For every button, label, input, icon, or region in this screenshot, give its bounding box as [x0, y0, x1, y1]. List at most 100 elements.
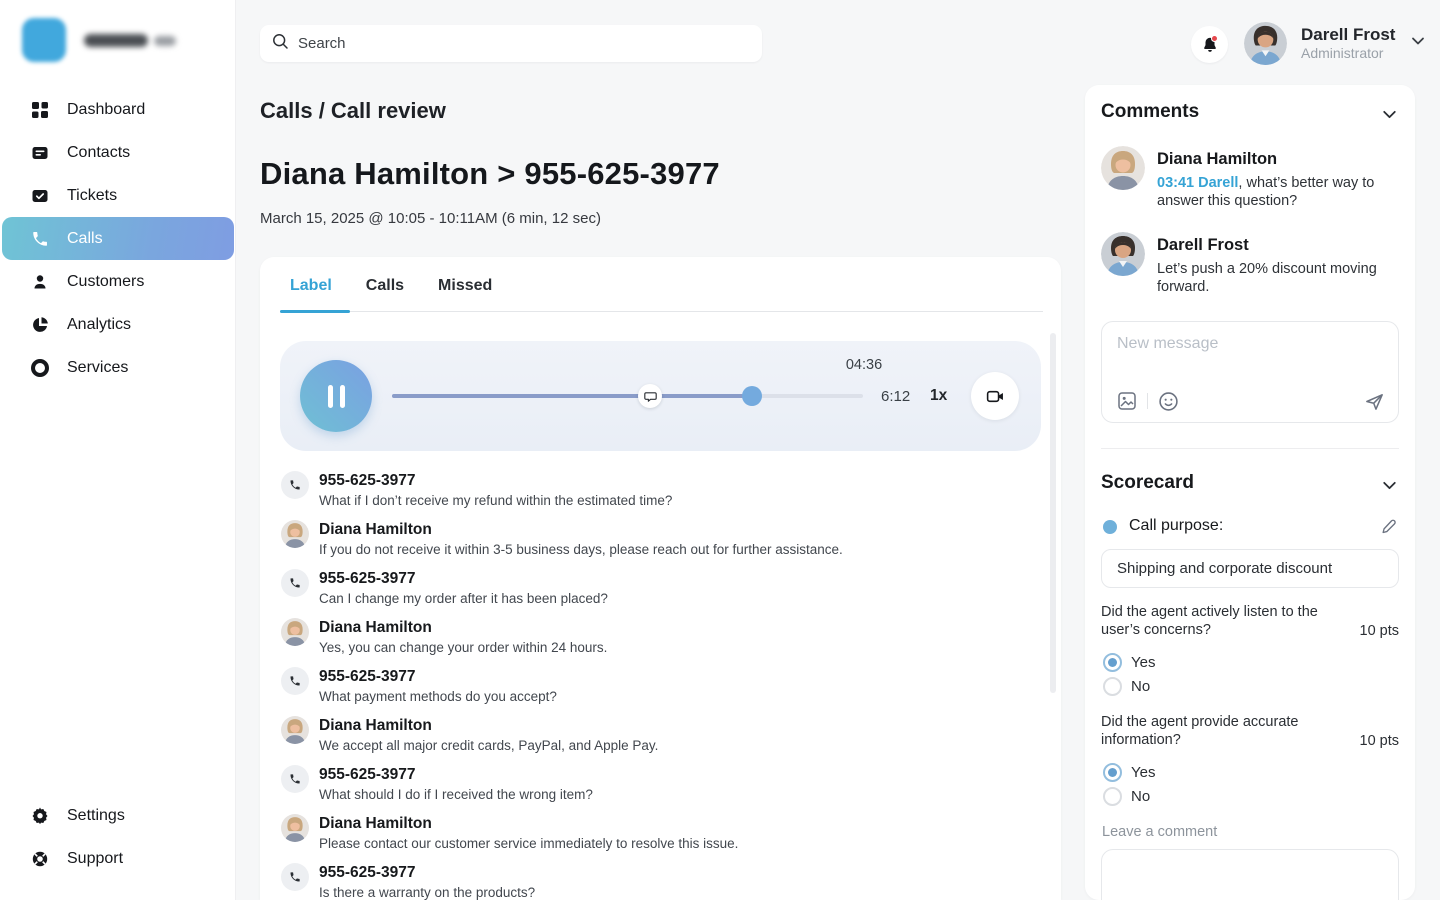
sidebar-item-customers[interactable]: Customers [0, 260, 236, 303]
sidebar-item-label: Tickets [67, 187, 117, 205]
sidebar-item-support[interactable]: Support [0, 837, 236, 880]
speaker-name: 955-625-3977 [319, 864, 416, 881]
sidebar-item-dashboard[interactable]: Dashboard [0, 88, 236, 131]
total-duration: 6:12 [881, 388, 910, 405]
video-button[interactable] [971, 372, 1019, 420]
speaker-name: 955-625-3977 [319, 766, 416, 783]
sidebar-item-analytics[interactable]: Analytics [0, 303, 236, 346]
radio-option-no[interactable]: No [1103, 677, 1150, 696]
sidebar-item-label: Calls [67, 230, 103, 248]
transcript-row[interactable]: 955-625-3977What payment methods do you … [281, 667, 1021, 705]
user-role: Administrator [1301, 45, 1395, 62]
sidebar-item-label: Customers [67, 273, 144, 291]
user-menu[interactable]: Darell Frost Administrator [1244, 22, 1427, 65]
breadcrumb: Calls / Call review [260, 98, 446, 124]
avatar [1244, 22, 1287, 65]
slider-progress [392, 394, 752, 398]
sidebar-item-services[interactable]: Services [0, 346, 236, 389]
user-name: Darell Frost [1301, 25, 1395, 45]
utterance-text: If you do not receive it within 3-5 busi… [319, 541, 843, 558]
contacts-icon [30, 143, 49, 162]
utterance-text: What should I do if I received the wrong… [319, 786, 593, 803]
pause-button[interactable] [300, 360, 372, 432]
avatar [281, 618, 309, 646]
transcript-row[interactable]: Diana Hamilton If you do not receive it w… [281, 520, 1021, 558]
transcript-row[interactable]: 955-625-3977 What should I do if I receiv… [281, 765, 1021, 803]
pie-chart-icon [30, 315, 49, 334]
transcript-row[interactable]: 955-625-3977Can I change my order after … [281, 569, 1021, 607]
utterance-text: We accept all major credit cards, PayPal… [319, 737, 658, 754]
sidebar-item-contacts[interactable]: Contacts [0, 131, 236, 174]
logo-text-blurred-2 [154, 36, 176, 46]
emoji-button[interactable] [1158, 391, 1179, 412]
sidebar-item-tickets[interactable]: Tickets [0, 174, 236, 217]
avatar [281, 520, 309, 548]
search-input[interactable] [298, 35, 750, 52]
audio-player: 04:36 6:12 1x [280, 341, 1041, 451]
attach-image-button[interactable] [1117, 391, 1137, 411]
utterance-text: Yes, you can change your order within 24… [319, 639, 607, 656]
chevron-down-icon[interactable] [1409, 32, 1427, 55]
tab-bar: Label Calls Missed [290, 277, 492, 309]
scrollbar-thumb[interactable] [1050, 333, 1056, 693]
tab-calls[interactable]: Calls [366, 277, 404, 309]
new-message-input[interactable] [1102, 322, 1398, 386]
transcript-row[interactable]: 955-625-3977Is there a warranty on the p… [281, 863, 1021, 900]
comments-section-title: Comments [1101, 101, 1199, 123]
radio-option-yes[interactable]: Yes [1103, 653, 1155, 672]
question-points: 10 pts [1360, 623, 1400, 639]
speaker-name: 955-625-3977 [319, 472, 416, 489]
tab-missed[interactable]: Missed [438, 277, 492, 309]
transcript-row[interactable]: Diana HamiltonPlease contact our custome… [281, 814, 1021, 852]
sidebar-item-label: Analytics [67, 316, 131, 334]
message-toolbar [1117, 390, 1385, 412]
transcript-row[interactable]: 955-625-3977What if I don’t receive my r… [281, 471, 1021, 509]
notifications-button[interactable] [1191, 26, 1228, 63]
phone-icon [281, 667, 309, 695]
transcript-row[interactable]: Diana HamiltonWe accept all major credit… [281, 716, 1021, 754]
phone-icon [30, 229, 49, 248]
phone-icon [281, 765, 309, 793]
sidebar-item-label: Settings [67, 807, 125, 825]
current-time: 04:36 [824, 357, 904, 373]
sidebar-item-label: Services [67, 359, 128, 377]
playback-speed-button[interactable]: 1x [930, 387, 947, 405]
seek-slider[interactable]: 04:36 [392, 341, 863, 451]
speaker-name: Diana Hamilton [319, 521, 432, 538]
transcript-row[interactable]: Diana Hamilton Yes, you can change your o… [281, 618, 1021, 656]
comment-author: Darell Frost [1157, 236, 1249, 255]
search-bar [260, 25, 762, 62]
scorecard-comment-input[interactable] [1101, 849, 1399, 900]
person-icon [30, 272, 49, 291]
send-button[interactable] [1364, 391, 1385, 412]
call-purpose-value[interactable]: Shipping and corporate discount [1101, 549, 1399, 588]
sidebar-item-settings[interactable]: Settings [0, 794, 236, 837]
scorecard-question: Did the agent provide accurate informati… [1101, 714, 1399, 749]
leave-comment-label: Leave a comment [1102, 824, 1217, 840]
speaker-name: Diana Hamilton [319, 619, 432, 636]
call-purpose-label: Call purpose: [1129, 517, 1223, 535]
dashboard-icon [30, 100, 49, 119]
edit-pencil-icon[interactable] [1380, 518, 1398, 541]
avatar [281, 716, 309, 744]
radio-unselected-icon [1103, 677, 1122, 696]
user-meta: Darell Frost Administrator [1301, 25, 1395, 62]
playhead-handle[interactable] [742, 386, 762, 406]
sidebar-item-label: Support [67, 850, 123, 868]
utterance-text: Please contact our customer service imme… [319, 835, 738, 852]
sidebar-item-calls[interactable]: Calls [0, 217, 236, 260]
chevron-down-icon[interactable] [1380, 476, 1399, 500]
tickets-icon [30, 186, 49, 205]
logo-text-blurred [84, 34, 148, 47]
tabs-divider [280, 311, 1043, 312]
radio-option-no[interactable]: No [1103, 787, 1150, 806]
timestamp-mention-link[interactable]: 03:41 Darell [1157, 175, 1238, 191]
tab-label[interactable]: Label [290, 277, 332, 309]
chevron-down-icon[interactable] [1380, 105, 1399, 129]
avatar [281, 814, 309, 842]
review-side-panel: Comments Diana Hamilton 03:41 Darell, wh… [1085, 85, 1415, 900]
call-datetime: March 15, 2025 @ 10:05 - 10:11AM (6 min,… [260, 210, 601, 227]
comment-marker[interactable] [638, 384, 662, 408]
sidebar: Dashboard Contacts Tickets Calls Custome… [0, 0, 236, 900]
radio-option-yes[interactable]: Yes [1103, 763, 1155, 782]
